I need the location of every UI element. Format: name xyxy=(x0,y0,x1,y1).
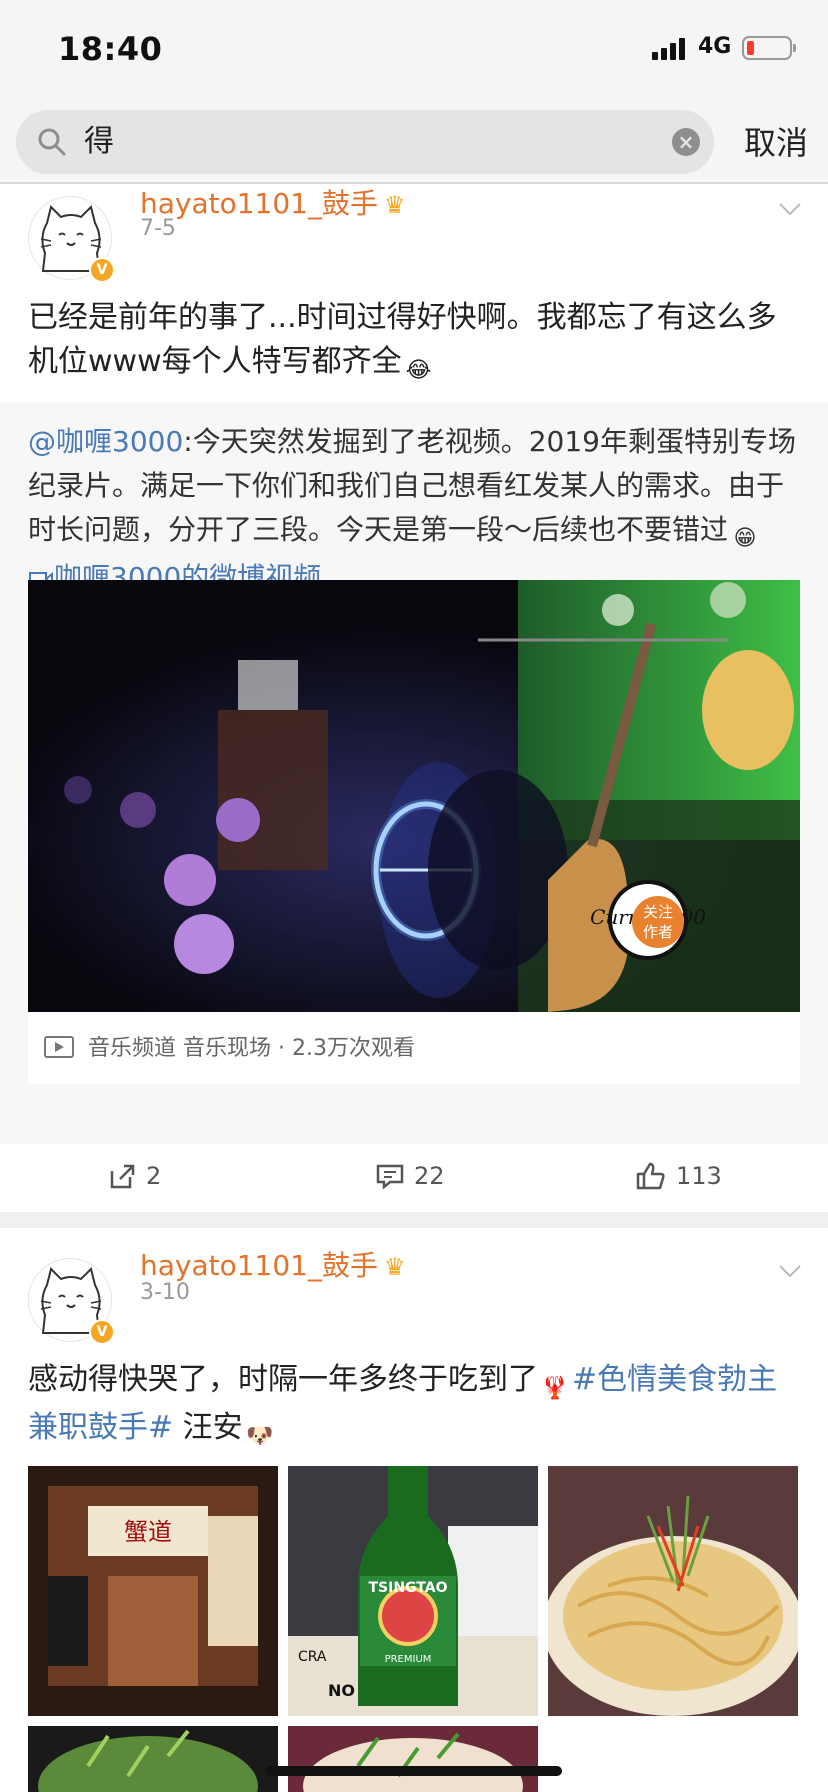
battery-icon xyxy=(742,36,796,60)
status-time: 18:40 xyxy=(58,30,163,68)
repost-icon xyxy=(110,1164,135,1189)
photo-noodles[interactable] xyxy=(548,1466,798,1716)
clear-icon[interactable]: × xyxy=(672,128,700,156)
chevron-down-icon[interactable] xyxy=(778,1264,802,1278)
crown-icon: ♛ xyxy=(384,1253,406,1281)
video-play-icon xyxy=(44,1036,74,1058)
mention-link[interactable]: @咖喱3000 xyxy=(28,425,183,458)
post-date: 3-10 xyxy=(140,1280,190,1305)
thumbs-up-icon xyxy=(636,1162,665,1190)
status-bar: 18:40 4G xyxy=(0,0,828,100)
like-count: 113 xyxy=(676,1162,722,1190)
concert-stage-image: Curry 3000 xyxy=(28,580,800,1012)
photo-salad[interactable] xyxy=(28,1726,278,1792)
post-actions: 2 22 113 xyxy=(0,1142,828,1210)
post-username[interactable]: hayato1101_鼓手 ♛ xyxy=(140,176,406,233)
like-button[interactable]: 113 xyxy=(636,1142,722,1210)
feed-post: V hayato1101_鼓手 ♛ 3-10 感动得快哭了，时隔一年多终于吃到了 🦞… xyxy=(0,1228,828,1792)
chevron-down-icon[interactable] xyxy=(778,202,802,216)
noodles-image xyxy=(548,1466,798,1716)
username-text: hayato1101_鼓手 xyxy=(140,1249,379,1282)
salad-image-2 xyxy=(288,1726,538,1792)
video-footer[interactable]: 音乐频道 音乐现场 · 2.3万次观看 xyxy=(28,1012,800,1084)
lobster-emoji-icon: 🦞 xyxy=(541,1376,569,1401)
follow-author-button[interactable]: 关注作者 xyxy=(632,896,684,948)
svg-text:蟹道: 蟹道 xyxy=(124,1518,172,1546)
cancel-button[interactable]: 取消 xyxy=(744,118,808,164)
search-box[interactable]: 得 × xyxy=(16,110,714,174)
salad-image xyxy=(28,1726,278,1792)
verified-badge-icon: V xyxy=(89,257,115,283)
search-icon xyxy=(38,128,66,156)
laugh-emoji-icon: 😂 xyxy=(405,358,432,383)
signal-icon xyxy=(652,36,685,60)
network-type: 4G xyxy=(698,34,732,59)
feed-post: V hayato1101_鼓手 ♛ 7-5 已经是前年的事了...时间过得好快啊。… xyxy=(0,186,828,1210)
comment-icon xyxy=(376,1164,404,1189)
post-separator xyxy=(0,1212,828,1228)
svg-text:CRA: CRA xyxy=(298,1649,327,1665)
avatar[interactable]: V xyxy=(28,196,115,283)
repost-text: @咖喱3000:今天突然发掘到了老视频。2019年剩蛋特别专场纪录片。满足一下你… xyxy=(28,420,804,600)
photo-salad-2[interactable] xyxy=(288,1726,538,1792)
search-input[interactable]: 得 xyxy=(84,110,664,174)
doge-emoji-icon: 🐶 xyxy=(245,1424,274,1449)
comment-count: 22 xyxy=(414,1162,445,1190)
avatar[interactable]: V xyxy=(28,1258,115,1345)
video-thumbnail[interactable]: Curry 3000 关注作者 xyxy=(28,580,800,1012)
svg-text:PREMIUM: PREMIUM xyxy=(385,1654,432,1665)
grin-emoji-icon: 😁 xyxy=(733,526,757,551)
restaurant-image: 蟹道 xyxy=(28,1466,278,1716)
photo-beer[interactable]: NO WIN CRA TSINGTAO PREMIUM xyxy=(288,1466,538,1716)
home-indicator xyxy=(266,1766,562,1776)
video-meta: 音乐频道 音乐现场 · 2.3万次观看 xyxy=(88,1036,415,1061)
post-text-tail: 汪安 xyxy=(173,1410,243,1445)
repost-card[interactable]: @咖喱3000:今天突然发掘到了老视频。2019年剩蛋特别专场纪录片。满足一下你… xyxy=(0,402,828,1144)
comment-button[interactable]: 22 xyxy=(376,1142,445,1210)
follow-author-label: 关注作者 xyxy=(642,903,673,941)
post-text: 感动得快哭了，时隔一年多终于吃到了 🦞 #色情美食勃主兼职鼓手# 汪安 🐶 xyxy=(28,1358,804,1454)
repost-count: 2 xyxy=(146,1162,162,1190)
post-text-content: 感动得快哭了，时隔一年多终于吃到了 xyxy=(28,1362,538,1397)
verified-badge-icon: V xyxy=(89,1319,115,1345)
repost-button[interactable]: 2 xyxy=(108,1142,161,1210)
search-bar: 得 × 取消 xyxy=(0,100,828,184)
crown-icon: ♛ xyxy=(384,191,406,219)
beer-image: NO WIN CRA TSINGTAO PREMIUM xyxy=(288,1466,538,1716)
post-date: 7-5 xyxy=(140,216,176,241)
post-text: 已经是前年的事了...时间过得好快啊。我都忘了有这么多机位www每个人特写都齐全… xyxy=(28,296,804,388)
photo-restaurant[interactable]: 蟹道 xyxy=(28,1466,278,1716)
svg-text:TSINGTAO: TSINGTAO xyxy=(368,1580,447,1596)
